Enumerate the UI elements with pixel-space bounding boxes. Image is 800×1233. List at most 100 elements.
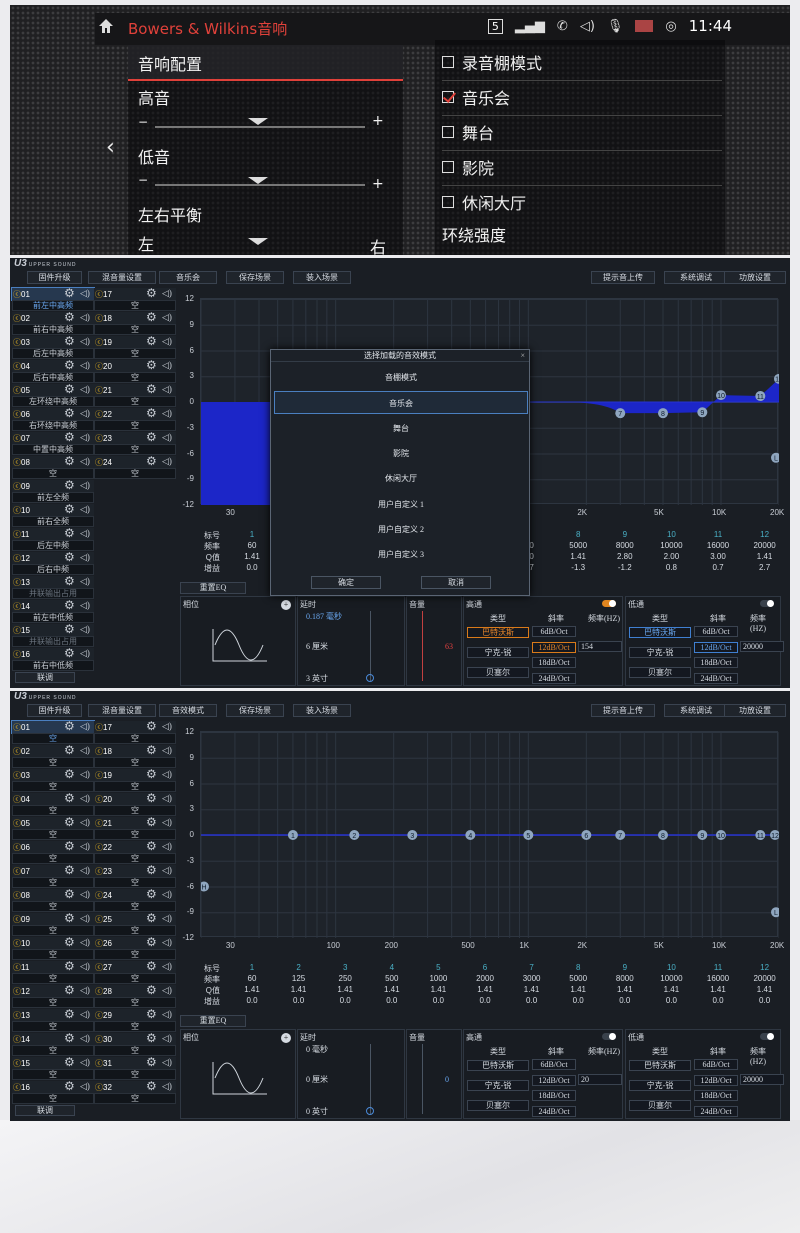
filter-slope-button[interactable]: 12dB/Oct — [694, 641, 738, 653]
speaker-icon[interactable]: ◁) — [80, 961, 90, 972]
eq-cell[interactable]: 0.0 — [649, 996, 693, 1005]
eq-cell[interactable]: 125 — [277, 974, 321, 983]
speaker-icon[interactable]: ◁) — [162, 408, 172, 419]
channel-item[interactable]: ⓒ09 ⚙ ◁) 空 — [12, 912, 94, 937]
speaker-icon[interactable]: ◁) — [80, 889, 90, 900]
dialog-option[interactable]: 影院 — [274, 442, 528, 465]
gear-icon[interactable]: ⚙ — [64, 647, 75, 659]
channel-item[interactable]: ⓒ10 ⚙ ◁) 前右全频 — [12, 503, 94, 528]
channel-item[interactable]: ⓒ06 ⚙ ◁) 右环绕中高频 — [12, 407, 94, 432]
gear-icon[interactable]: ⚙ — [64, 1056, 75, 1068]
speaker-icon[interactable]: ◁) — [80, 432, 90, 443]
delay-slider[interactable] — [370, 611, 371, 681]
gear-icon[interactable]: ⚙ — [146, 431, 157, 443]
channel-item[interactable]: ⓒ21 ⚙ ◁) 空 — [94, 383, 176, 408]
filter-type-button[interactable]: 贝塞尔 — [629, 1100, 691, 1111]
gear-icon[interactable]: ⚙ — [146, 720, 157, 732]
eq-cell[interactable]: 1000 — [416, 974, 460, 983]
channel-item[interactable]: ⓒ15 ⚙ ◁) 空 — [12, 1056, 94, 1081]
speaker-icon[interactable]: ◁) — [162, 432, 172, 443]
eq-cell[interactable]: 5000 — [556, 974, 600, 983]
channel-item[interactable]: ⓒ22 ⚙ ◁) 空 — [94, 407, 176, 432]
filter-slope-button[interactable]: 24dB/Oct — [532, 672, 576, 684]
eq-point[interactable]: 5 — [523, 830, 534, 840]
filter-freq-input[interactable]: 154 — [578, 641, 622, 652]
gear-icon[interactable]: ⚙ — [146, 840, 157, 852]
eq-cell[interactable]: 16000 — [696, 541, 740, 550]
channel-item[interactable]: ⓒ08 ⚙ ◁) 空 — [12, 455, 94, 480]
channel-item[interactable]: ⓒ03 ⚙ ◁) 空 — [12, 768, 94, 793]
channel-item[interactable]: ⓒ02 ⚙ ◁) 空 — [12, 744, 94, 769]
filter-slope-button[interactable]: 24dB/Oct — [694, 1105, 738, 1117]
gear-icon[interactable]: ⚙ — [64, 407, 75, 419]
volume-value[interactable]: 63 — [445, 642, 453, 651]
eq-cell[interactable]: 1.41 — [743, 552, 787, 561]
gear-icon[interactable]: ⚙ — [64, 479, 75, 491]
speaker-icon[interactable]: ◁) — [80, 576, 90, 587]
channel-item[interactable]: ⓒ16 ⚙ ◁) 空 — [12, 1080, 94, 1105]
channel-item[interactable]: ⓒ28 ⚙ ◁) 空 — [94, 984, 176, 1009]
filter-slope-button[interactable]: 6dB/Oct — [694, 1059, 738, 1070]
channel-item[interactable]: ⓒ18 ⚙ ◁) 空 — [94, 311, 176, 336]
gear-icon[interactable]: ⚙ — [64, 335, 75, 347]
eq-cell[interactable]: 1.41 — [463, 985, 507, 994]
eq-cell[interactable]: 1.41 — [556, 552, 600, 561]
gear-icon[interactable]: ⚙ — [64, 359, 75, 371]
eq-cell[interactable]: -1.3 — [556, 563, 600, 572]
speaker-icon[interactable]: ◁) — [162, 985, 172, 996]
eq-cell[interactable]: 1.41 — [370, 985, 414, 994]
gear-icon[interactable]: ⚙ — [64, 984, 75, 996]
filter-type-button[interactable]: 贝塞尔 — [629, 667, 691, 678]
dialog-option[interactable]: 音棚模式 — [274, 366, 528, 389]
eq-cell[interactable]: 0.0 — [743, 996, 787, 1005]
channel-item[interactable]: ⓒ04 ⚙ ◁) 后右中高频 — [12, 359, 94, 384]
eq-point[interactable]: 10 — [716, 830, 727, 840]
mode-option[interactable]: 音乐会 — [442, 85, 510, 109]
volume-value[interactable]: 0 — [445, 1075, 449, 1084]
channel-item[interactable]: ⓒ02 ⚙ ◁) 前右中高频 — [12, 311, 94, 336]
treble-handle[interactable] — [248, 118, 268, 125]
phase-toggle-icon[interactable]: + — [281, 600, 291, 610]
eq-point[interactable]: 9 — [697, 407, 708, 418]
filter-slope-button[interactable]: 6dB/Oct — [532, 626, 576, 637]
gear-icon[interactable]: ⚙ — [64, 912, 75, 924]
eq-cell[interactable]: 0.0 — [416, 996, 460, 1005]
eq-cell[interactable]: 250 — [323, 974, 367, 983]
phase-toggle-icon[interactable]: + — [281, 1033, 291, 1043]
gear-icon[interactable]: ⚙ — [64, 311, 75, 323]
channel-item[interactable]: ⓒ09 ⚙ ◁) 前左全频 — [12, 479, 94, 504]
channel-item[interactable]: ⓒ24 ⚙ ◁) 空 — [94, 888, 176, 913]
channel-item[interactable]: ⓒ20 ⚙ ◁) 空 — [94, 792, 176, 817]
channel-item[interactable]: ⓒ07 ⚙ ◁) 中置中高频 — [12, 431, 94, 456]
gear-icon[interactable]: ⚙ — [64, 792, 75, 804]
eq-cell[interactable]: 0.0 — [556, 996, 600, 1005]
gear-icon[interactable]: ⚙ — [146, 1008, 157, 1020]
channel-item[interactable]: ⓒ11 ⚙ ◁) 空 — [12, 960, 94, 985]
dialog-option[interactable]: 用户自定义 2 — [274, 518, 528, 541]
channel-item[interactable]: ⓒ23 ⚙ ◁) 空 — [94, 431, 176, 456]
channel-item[interactable]: ⓒ18 ⚙ ◁) 空 — [94, 744, 176, 769]
speaker-icon[interactable]: ◁) — [80, 1081, 90, 1092]
filter-type-button[interactable]: 宁克-锐 — [629, 647, 691, 658]
toolbar-button[interactable]: 提示音上传 — [591, 704, 655, 717]
delay-cm[interactable]: 6 厘米 — [306, 641, 328, 652]
eq-cell[interactable]: 0.7 — [696, 563, 740, 572]
eq-cell[interactable]: 0.0 — [510, 996, 554, 1005]
checkbox[interactable] — [442, 161, 454, 173]
filter-type-button[interactable]: 巴特沃斯 — [467, 627, 529, 638]
channel-item[interactable]: ⓒ05 ⚙ ◁) 空 — [12, 816, 94, 841]
toolbar-button[interactable]: 功放设置 — [724, 271, 786, 284]
eq-point[interactable]: 12 — [774, 373, 779, 384]
gear-icon[interactable]: ⚙ — [64, 503, 75, 515]
gear-icon[interactable]: ⚙ — [146, 1080, 157, 1092]
filter-freq-input[interactable]: 20000 — [740, 1074, 784, 1085]
dialog-option[interactable]: 舞台 — [274, 417, 528, 440]
filter-slope-button[interactable]: 12dB/Oct — [532, 641, 576, 653]
speaker-icon[interactable]: ◁) — [162, 1009, 172, 1020]
delay-slider[interactable] — [370, 1044, 371, 1114]
gear-icon[interactable]: ⚙ — [64, 816, 75, 828]
checkbox[interactable] — [442, 56, 454, 68]
mode-option[interactable]: 休闲大厅 — [442, 190, 526, 214]
gear-icon[interactable]: ⚙ — [146, 960, 157, 972]
filter-slope-button[interactable]: 6dB/Oct — [694, 626, 738, 637]
